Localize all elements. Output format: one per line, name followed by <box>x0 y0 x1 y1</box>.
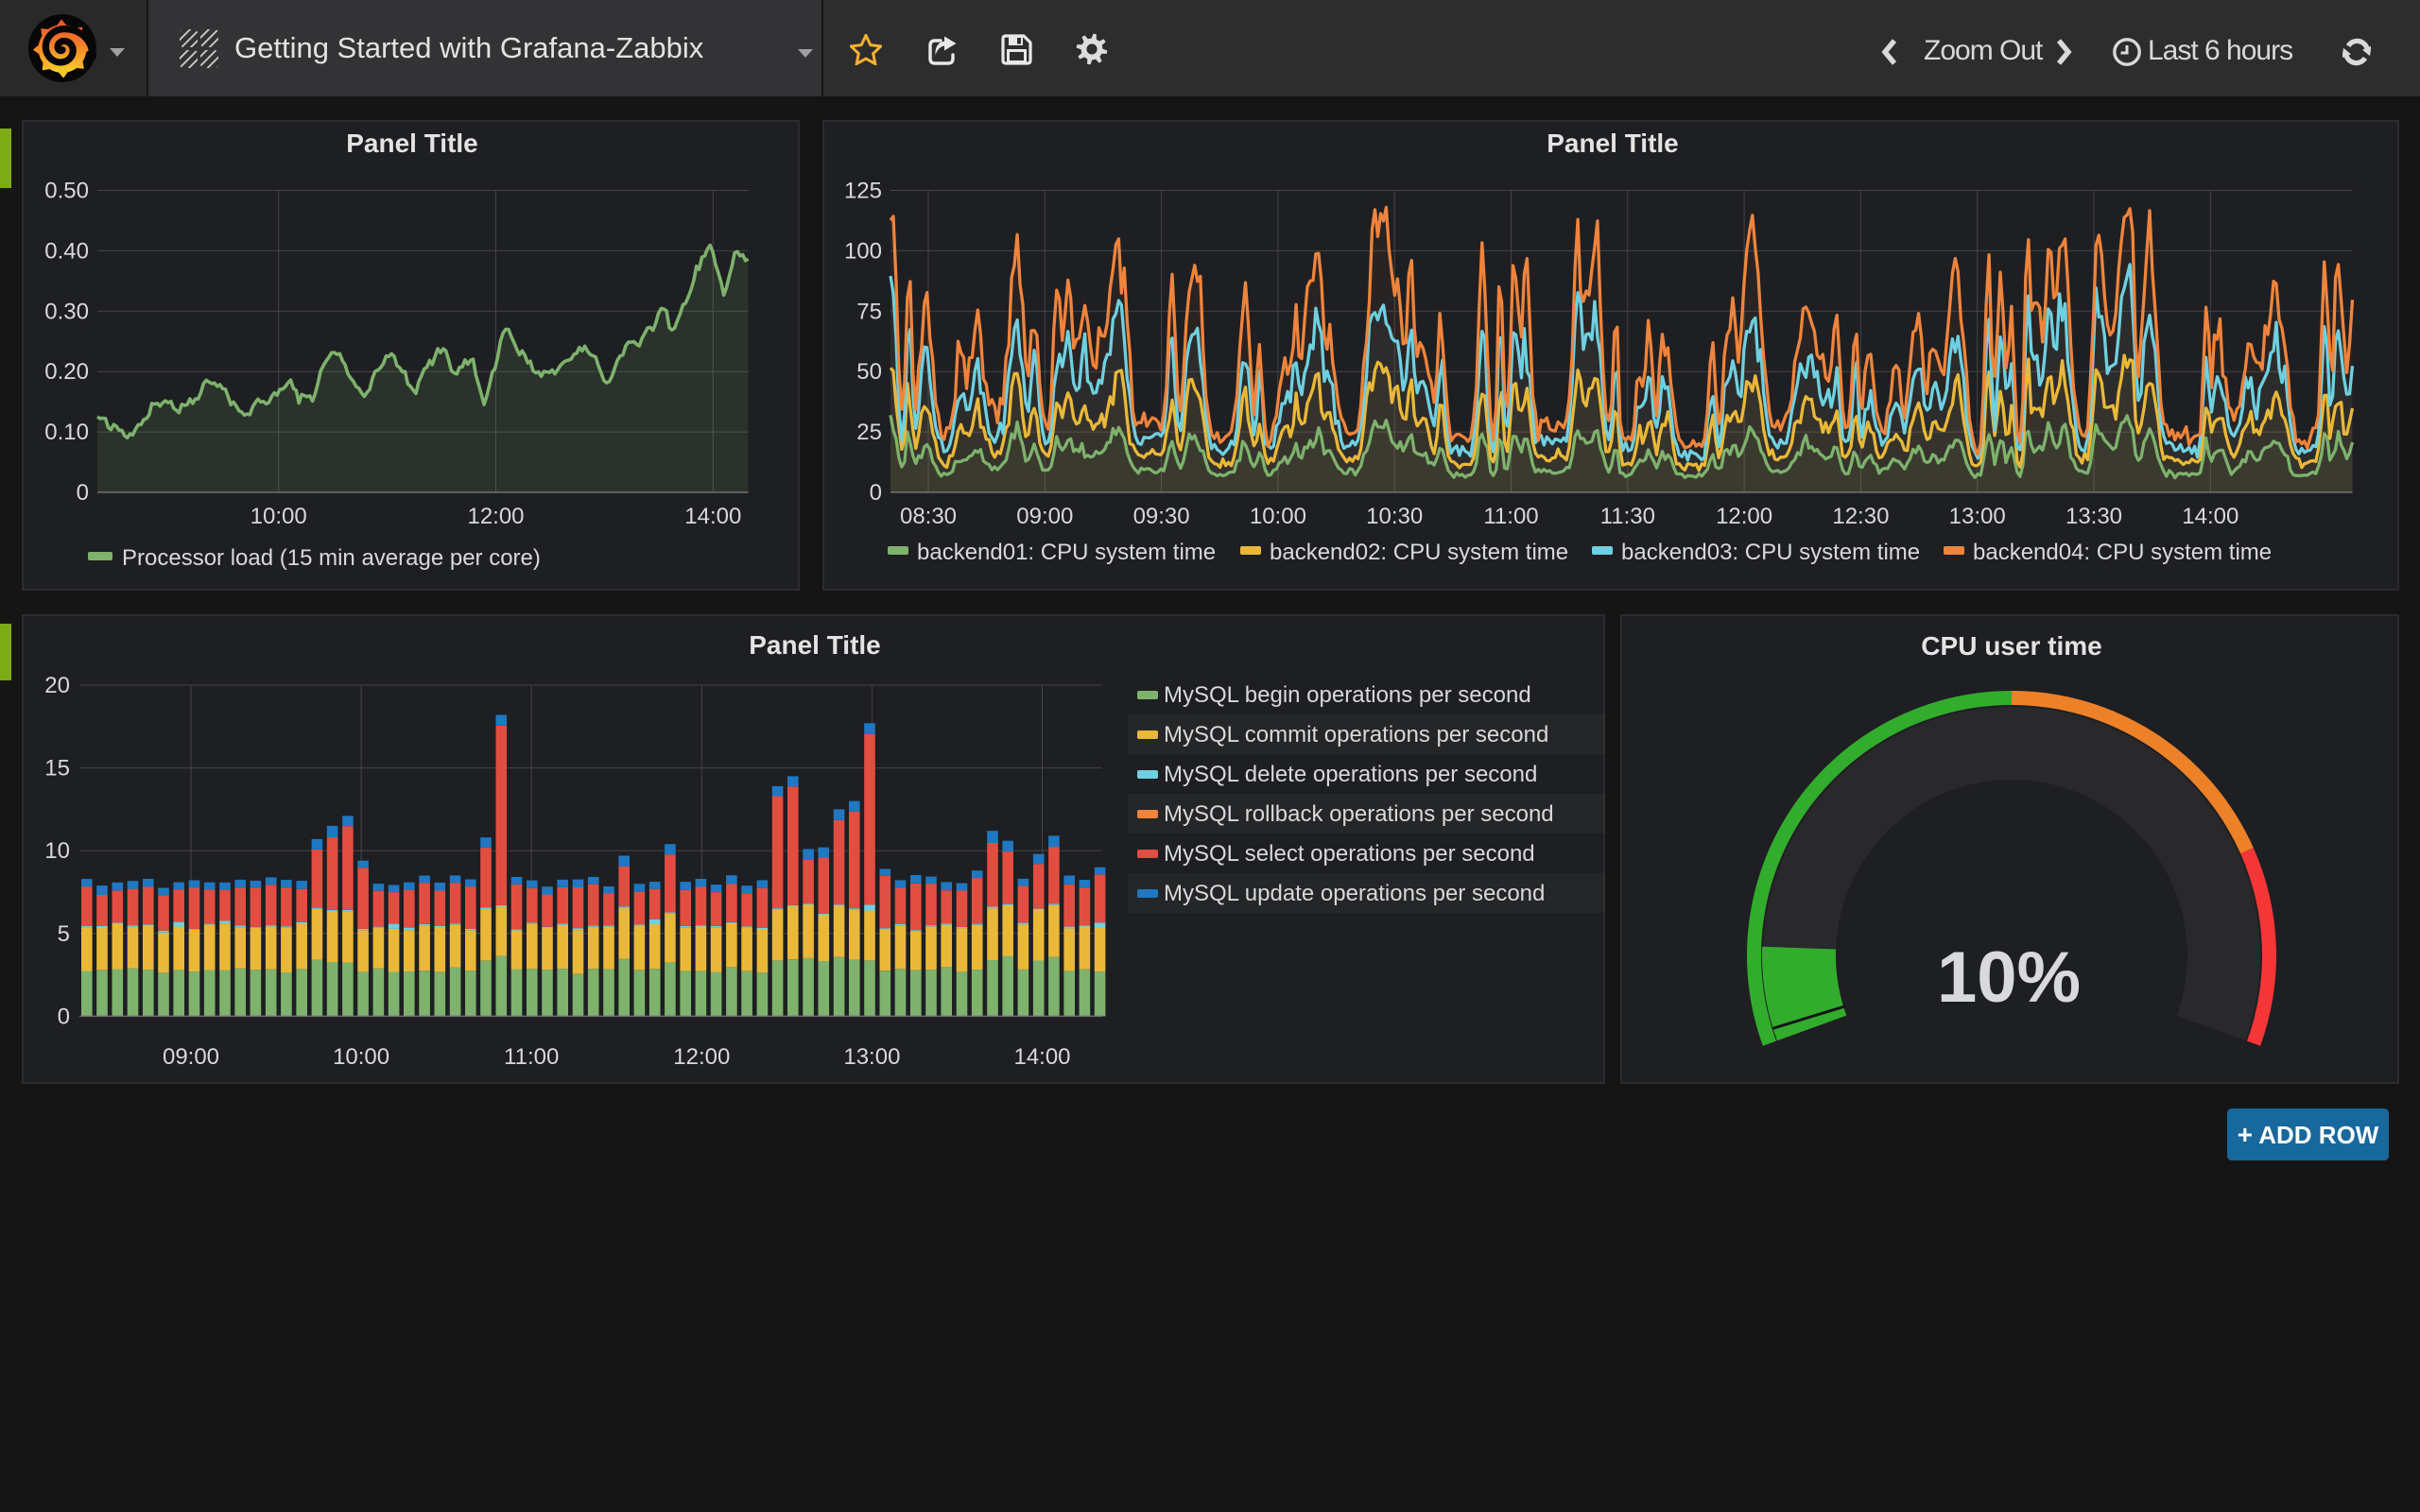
svg-text:backend04: CPU system time: backend04: CPU system time <box>1973 540 2272 565</box>
svg-text:14:00: 14:00 <box>2182 504 2238 529</box>
svg-text:MySQL delete operations per se: MySQL delete operations per second <box>1164 762 1537 787</box>
svg-text:0.30: 0.30 <box>44 299 89 324</box>
svg-text:MySQL rollback operations per: MySQL rollback operations per second <box>1164 801 1554 827</box>
svg-text:13:00: 13:00 <box>1949 504 2006 529</box>
svg-text:12:00: 12:00 <box>673 1044 730 1070</box>
svg-text:CPU user time: CPU user time <box>1921 631 2101 661</box>
svg-text:0.20: 0.20 <box>44 359 89 385</box>
svg-text:09:00: 09:00 <box>163 1044 219 1070</box>
svg-text:14:00: 14:00 <box>1013 1044 1070 1070</box>
svg-text:75: 75 <box>856 299 882 324</box>
svg-text:0: 0 <box>58 1004 70 1029</box>
svg-text:10:00: 10:00 <box>333 1044 389 1070</box>
svg-text:backend03: CPU system time: backend03: CPU system time <box>1621 540 1920 565</box>
svg-text:13:00: 13:00 <box>843 1044 900 1070</box>
svg-text:25: 25 <box>856 420 882 445</box>
svg-text:0: 0 <box>77 480 89 506</box>
svg-text:13:30: 13:30 <box>2066 504 2122 529</box>
svg-text:08:30: 08:30 <box>900 504 957 529</box>
svg-text:125: 125 <box>844 179 882 204</box>
svg-text:12:30: 12:30 <box>1832 504 1889 529</box>
svg-text:Panel Title: Panel Title <box>749 630 881 660</box>
svg-text:09:30: 09:30 <box>1133 504 1190 529</box>
svg-text:Processor load (15 min average: Processor load (15 min average per core) <box>122 545 541 571</box>
svg-text:backend02: CPU system time: backend02: CPU system time <box>1270 540 1568 565</box>
svg-text:0: 0 <box>870 480 882 506</box>
svg-text:MySQL commit operations per se: MySQL commit operations per second <box>1164 722 1548 747</box>
svg-text:12:00: 12:00 <box>1716 504 1772 529</box>
svg-text:10:00: 10:00 <box>251 504 307 529</box>
svg-text:10: 10 <box>44 838 70 864</box>
svg-text:0.10: 0.10 <box>44 420 89 445</box>
svg-text:20: 20 <box>44 673 70 698</box>
svg-text:0.50: 0.50 <box>44 179 89 204</box>
svg-text:10%: 10% <box>1937 937 2081 1018</box>
svg-text:10:30: 10:30 <box>1366 504 1423 529</box>
svg-text:10:00: 10:00 <box>1250 504 1306 529</box>
svg-text:15: 15 <box>44 756 70 782</box>
svg-text:backend01: CPU system time: backend01: CPU system time <box>917 540 1216 565</box>
svg-text:12:00: 12:00 <box>467 504 524 529</box>
svg-text:5: 5 <box>58 921 70 947</box>
svg-text:14:00: 14:00 <box>684 504 741 529</box>
svg-text:11:00: 11:00 <box>504 1044 559 1070</box>
svg-text:Panel Title: Panel Title <box>346 129 478 158</box>
svg-text:MySQL update operations per se: MySQL update operations per second <box>1164 881 1545 906</box>
svg-text:09:00: 09:00 <box>1016 504 1073 529</box>
svg-text:0.40: 0.40 <box>44 238 89 264</box>
svg-text:MySQL select operations per se: MySQL select operations per second <box>1164 841 1535 867</box>
svg-text:Panel Title: Panel Title <box>1547 129 1679 158</box>
svg-text:100: 100 <box>844 238 882 264</box>
svg-text:11:30: 11:30 <box>1600 504 1655 529</box>
svg-text:MySQL begin operations per sec: MySQL begin operations per second <box>1164 682 1531 708</box>
svg-text:50: 50 <box>856 359 882 385</box>
svg-text:11:00: 11:00 <box>1483 504 1538 529</box>
